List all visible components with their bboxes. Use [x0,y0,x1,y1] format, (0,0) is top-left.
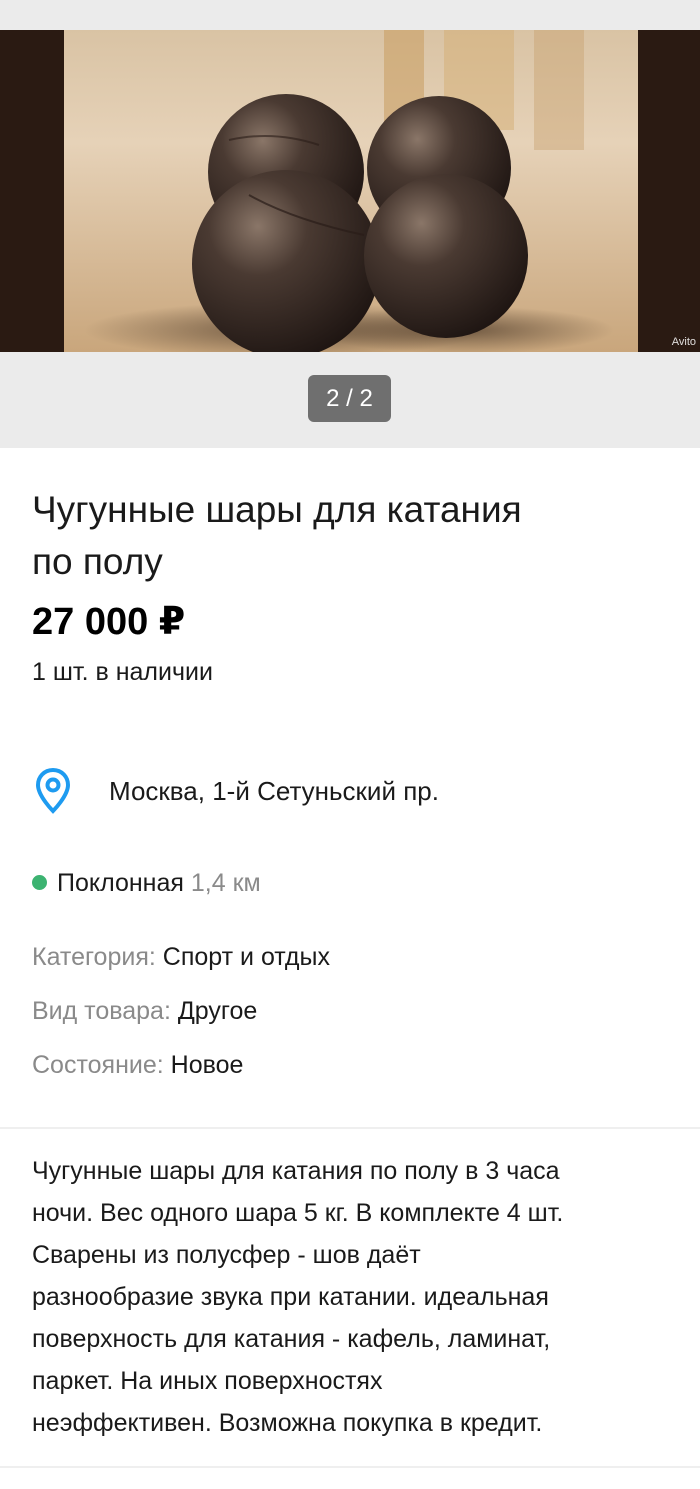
description-line: Чугунные шары для катания по полу в 3 ча… [32,1157,560,1185]
metro-line-dot [32,874,47,890]
param-label: Состояние: [32,1051,164,1079]
section-divider [0,1127,700,1129]
avito-watermark: Avito [671,336,696,348]
location-row[interactable]: Москва, 1-й Сетуньский пр. [30,765,670,815]
param-value: Другое [177,997,258,1025]
description-line: разнообразие звука при катании. идеальна… [32,1283,549,1311]
param-row-condition: Состояние: Новое [32,1046,672,1100]
photo-image [64,30,638,352]
metro-station-name: Поклонная [57,869,184,897]
address-text: Москва, 1-й Сетуньский пр. [109,776,439,806]
description-line: неэффективен. Возможна покупка в кредит. [32,1409,543,1437]
listing-title: Чугунные шары для катания по полу [32,484,672,588]
item-parameters: Категория: Спорт и отдых Вид товара: Дру… [32,938,672,1100]
title-line-1: Чугунные шары для катания [32,489,522,530]
description-line: паркет. На иных поверхностях [32,1367,383,1395]
param-value: Спорт и отдых [162,943,330,971]
bottom-divider [0,1466,700,1468]
cast-iron-balls-illustration [64,30,638,352]
description-line: Сварены из полусфер - шов даёт [32,1241,421,1269]
photo-gallery[interactable]: Avito 2 / 2 [0,0,700,448]
title-line-2: по полу [32,541,163,582]
metro-distance: 1,4 км [190,869,261,897]
metro-station: Поклонная 1,4 км [32,865,261,901]
param-label: Вид товара: [32,997,171,1025]
param-label: Категория: [32,943,156,971]
listing-price: 27 000 ₽ [32,601,186,643]
stock-availability: 1 шт. в наличии [32,658,213,686]
param-row-category: Категория: Спорт и отдых [32,938,672,992]
location-pin-icon [35,767,71,814]
description-line: ночи. Вес одного шара 5 кг. В комплекте … [32,1199,564,1227]
photo-counter: 2 / 2 [308,375,391,422]
listing-description: Чугунные шары для катания по полу в 3 ча… [32,1150,680,1444]
param-value: Новое [170,1051,244,1079]
listing-photo[interactable]: Avito [0,30,700,352]
param-row-type: Вид товара: Другое [32,992,672,1046]
description-line: поверхность для катания - кафель, ламина… [32,1325,551,1353]
